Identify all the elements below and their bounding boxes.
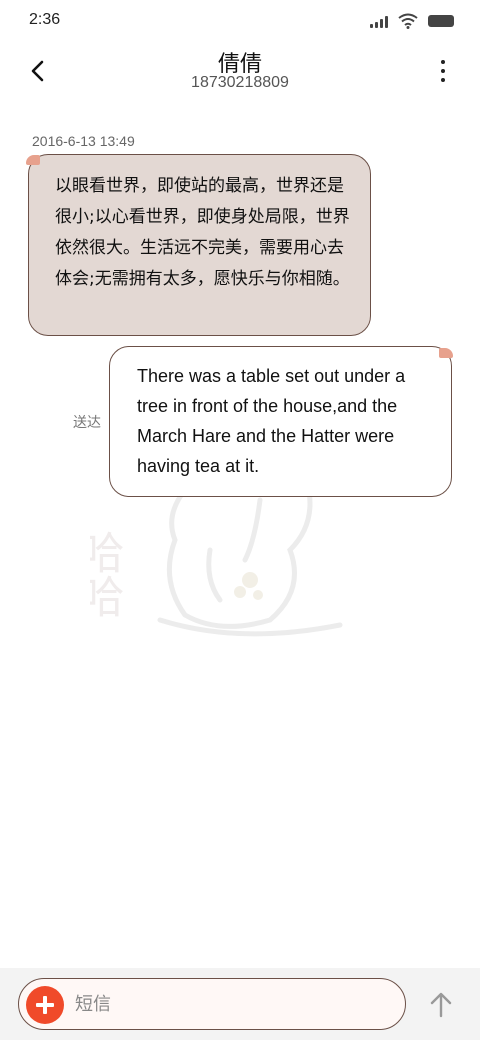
more-vertical-icon[interactable]: [430, 58, 456, 84]
composer-bar: [0, 968, 480, 1040]
incoming-bubble-tail: [26, 155, 40, 165]
battery-icon: [428, 15, 454, 27]
message-timestamp: 2016-6-13 13:49: [32, 133, 135, 149]
conversation-header: 倩倩 18730218809: [0, 40, 480, 110]
send-arrow-icon[interactable]: [426, 990, 456, 1020]
plus-icon[interactable]: [26, 986, 64, 1024]
outgoing-message-bubble[interactable]: There was a table set out under a tree i…: [109, 346, 452, 497]
status-bar: 2:36: [0, 0, 480, 40]
delivery-status: 送达: [73, 415, 101, 431]
signal-icon: [370, 15, 388, 28]
watermark-text: 哈哈: [90, 530, 124, 618]
message-box: [18, 978, 406, 1030]
message-input[interactable]: [75, 980, 395, 1028]
wifi-icon: [398, 13, 418, 29]
incoming-message-bubble[interactable]: 以眼看世界，即使站的最高，世界还是很小;以心看世界，即使身处局限，世界依然很大。…: [28, 154, 371, 336]
contact-number: 18730218809: [191, 74, 289, 91]
incoming-message-text: 以眼看世界，即使站的最高，世界还是很小;以心看世界，即使身处局限，世界依然很大。…: [55, 176, 350, 289]
status-icons: [370, 12, 454, 30]
outgoing-bubble-tail: [439, 348, 453, 358]
outgoing-message-text: There was a table set out under a tree i…: [137, 366, 406, 476]
status-time: 2:36: [29, 11, 61, 28]
